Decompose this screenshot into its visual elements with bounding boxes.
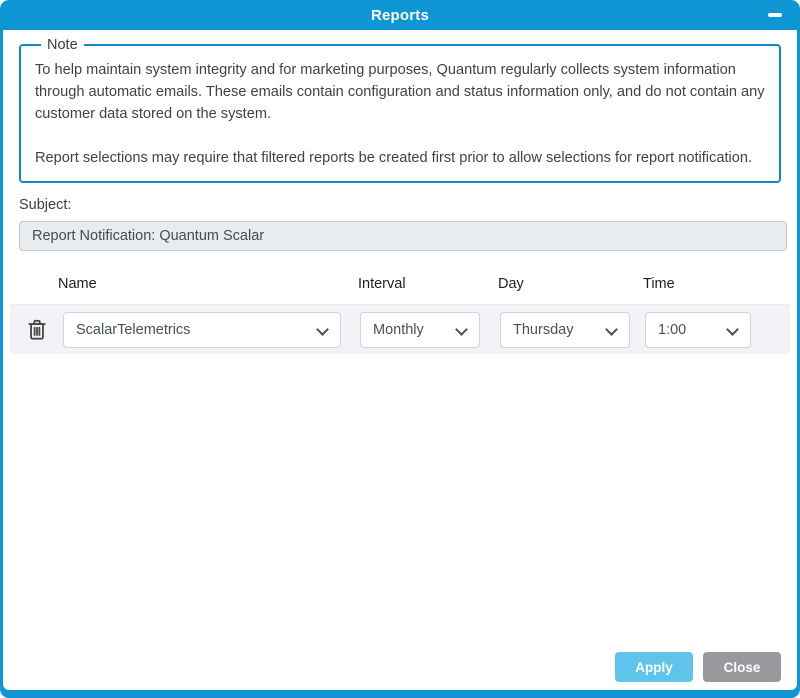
header-name: Name bbox=[58, 276, 97, 292]
minimize-icon bbox=[768, 13, 782, 17]
interval-select-wrap: Monthly bbox=[360, 311, 480, 348]
dialog-footer: Apply Close bbox=[19, 652, 781, 682]
header-time: Time bbox=[643, 276, 675, 292]
subject-label: Subject: bbox=[19, 197, 72, 213]
subject-input[interactable] bbox=[19, 221, 787, 251]
time-select[interactable]: 1:00 bbox=[645, 311, 751, 348]
dialog-content: Note To help maintain system integrity a… bbox=[3, 30, 797, 690]
delete-row-button[interactable] bbox=[25, 316, 49, 344]
report-name-select[interactable]: ScalarTelemetrics bbox=[63, 311, 341, 348]
minimize-button[interactable] bbox=[763, 0, 787, 30]
schedule-header-row: Name Interval Day Time bbox=[10, 276, 790, 297]
day-select[interactable]: Thursday bbox=[500, 311, 630, 348]
report-name-select-wrap: ScalarTelemetrics bbox=[63, 311, 341, 348]
dialog-title: Reports bbox=[370, 6, 430, 24]
note-paragraph-2: Report selections may require that filte… bbox=[35, 150, 753, 166]
note-legend: Note bbox=[47, 37, 78, 53]
dialog-titlebar: Reports bbox=[3, 0, 797, 30]
interval-select[interactable]: Monthly bbox=[360, 311, 480, 348]
time-select-wrap: 1:00 bbox=[645, 311, 751, 348]
trash-icon bbox=[28, 319, 46, 340]
note-fieldset: Note To help maintain system integrity a… bbox=[19, 37, 781, 183]
reports-dialog: Reports Note To help maintain system int… bbox=[0, 0, 800, 698]
schedule-row: ScalarTelemetrics Monthly Thursday 1:00 bbox=[10, 304, 790, 354]
apply-button[interactable]: Apply bbox=[615, 652, 693, 682]
header-day: Day bbox=[498, 276, 524, 292]
report-schedule-table: Name Interval Day Time ScalarTelemetrics… bbox=[10, 276, 790, 354]
note-paragraph-1: To help maintain system integrity and fo… bbox=[35, 62, 765, 122]
day-select-wrap: Thursday bbox=[500, 311, 630, 348]
header-interval: Interval bbox=[358, 276, 406, 292]
close-button[interactable]: Close bbox=[703, 652, 781, 682]
